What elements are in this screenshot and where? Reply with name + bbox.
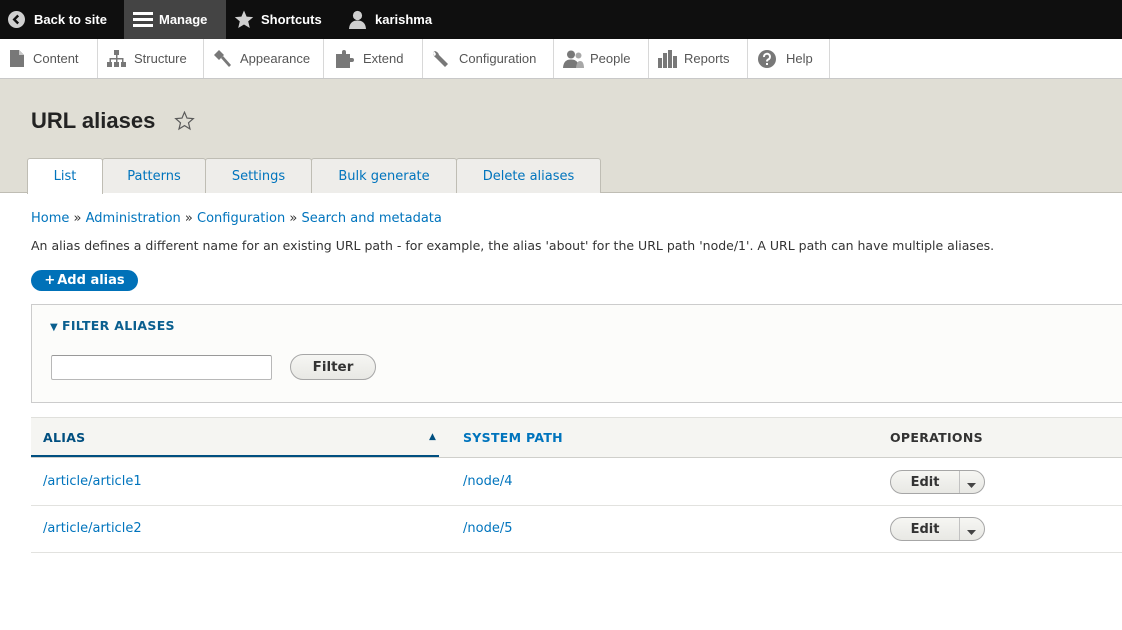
breadcrumb-configuration[interactable]: Configuration bbox=[197, 211, 285, 226]
tray-item-extend[interactable]: Extend bbox=[324, 39, 423, 78]
tab-settings[interactable]: Settings bbox=[205, 158, 312, 193]
tab-bulk-generate[interactable]: Bulk generate bbox=[311, 158, 457, 193]
edit-button[interactable]: Edit bbox=[891, 518, 960, 540]
tray-item-label: Structure bbox=[134, 51, 187, 66]
page-description: An alias defines a different name for an… bbox=[31, 238, 995, 253]
row-system-path-link[interactable]: /node/5 bbox=[463, 521, 512, 536]
breadcrumb-separator: » bbox=[289, 211, 298, 226]
caret-down-icon bbox=[967, 473, 976, 492]
hamburger-icon bbox=[133, 11, 153, 28]
tray-item-label: Appearance bbox=[240, 51, 311, 66]
tab-list[interactable]: List bbox=[27, 158, 103, 194]
user-tab[interactable]: karishma bbox=[338, 0, 448, 39]
filter-input[interactable] bbox=[51, 355, 272, 380]
tray-item-label: Help bbox=[786, 51, 813, 66]
plus-icon: + bbox=[44, 273, 56, 288]
help-icon bbox=[758, 49, 776, 68]
user-icon bbox=[348, 10, 367, 29]
active-sort-underline bbox=[31, 455, 439, 457]
dropdown-toggle[interactable] bbox=[959, 518, 984, 540]
add-alias-button[interactable]: + Add alias bbox=[31, 270, 138, 291]
edit-button[interactable]: Edit bbox=[891, 471, 960, 493]
column-header-system-path[interactable]: SYSTEM PATH bbox=[463, 430, 563, 445]
row-operations-dropbutton: Edit bbox=[890, 517, 985, 541]
tray-item-label: Reports bbox=[684, 51, 730, 66]
tray-item-people[interactable]: People bbox=[554, 39, 649, 78]
filter-toggle[interactable]: ▼ FILTER ALIASES bbox=[50, 318, 175, 333]
tab-label: Bulk generate bbox=[338, 168, 430, 184]
tray-item-reports[interactable]: Reports bbox=[649, 39, 748, 78]
tray-item-label: Extend bbox=[363, 51, 404, 66]
admin-tray: Content Structure Appearance Extend Conf… bbox=[0, 39, 1122, 79]
row-operations-dropbutton: Edit bbox=[890, 470, 985, 494]
tab-label: Patterns bbox=[127, 168, 181, 184]
breadcrumb-home[interactable]: Home bbox=[31, 211, 69, 226]
sort-ascending-icon: ▲ bbox=[429, 432, 437, 442]
breadcrumb: Home » Administration » Configuration » … bbox=[31, 211, 442, 226]
filter-fieldset bbox=[31, 304, 1122, 403]
tab-label: List bbox=[53, 169, 77, 184]
people-icon bbox=[563, 50, 584, 68]
tab-label: Delete aliases bbox=[482, 168, 575, 184]
puzzle-icon bbox=[336, 49, 355, 68]
tab-patterns[interactable]: Patterns bbox=[102, 158, 206, 193]
triangle-down-icon: ▼ bbox=[50, 322, 58, 333]
filter-legend-label: FILTER ALIASES bbox=[62, 318, 175, 333]
tray-item-label: Configuration bbox=[459, 51, 537, 66]
page-title: URL aliases bbox=[31, 108, 156, 133]
manage-tab[interactable]: Manage bbox=[124, 0, 226, 39]
page-icon bbox=[10, 50, 24, 67]
sitemap-icon bbox=[107, 50, 126, 67]
row-divider bbox=[31, 552, 1122, 553]
tray-item-structure[interactable]: Structure bbox=[98, 39, 204, 78]
tray-item-content[interactable]: Content bbox=[0, 39, 98, 78]
tray-item-configuration[interactable]: Configuration bbox=[423, 39, 554, 78]
column-header-operations: OPERATIONS bbox=[890, 430, 983, 445]
wrench-icon bbox=[432, 50, 451, 68]
add-shortcut-star-icon[interactable] bbox=[174, 110, 195, 135]
breadcrumb-administration[interactable]: Administration bbox=[86, 211, 181, 226]
tab-delete-aliases[interactable]: Delete aliases bbox=[456, 158, 601, 193]
caret-down-icon bbox=[967, 520, 976, 539]
tray-item-help[interactable]: Help bbox=[748, 39, 830, 78]
breadcrumb-separator: » bbox=[184, 211, 193, 226]
back-to-site-link[interactable]: Back to site bbox=[0, 0, 124, 39]
add-alias-label: Add alias bbox=[57, 273, 125, 288]
filter-button[interactable]: Filter bbox=[290, 354, 376, 380]
column-header-alias[interactable]: ALIAS bbox=[43, 430, 85, 445]
star-icon bbox=[234, 10, 254, 29]
dropdown-toggle[interactable] bbox=[959, 471, 984, 493]
manage-label: Manage bbox=[159, 12, 208, 27]
breadcrumb-separator: » bbox=[73, 211, 82, 226]
tray-item-label: People bbox=[590, 51, 631, 66]
row-system-path-link[interactable]: /node/4 bbox=[463, 474, 512, 489]
shortcuts-label: Shortcuts bbox=[261, 12, 322, 27]
chevron-left-circle-icon bbox=[8, 11, 25, 28]
tab-label: Settings bbox=[231, 168, 286, 184]
paintbrush-icon bbox=[213, 49, 232, 68]
shortcuts-tab[interactable]: Shortcuts bbox=[226, 0, 338, 39]
tray-item-label: Content bbox=[33, 51, 79, 66]
user-label: karishma bbox=[375, 12, 433, 27]
row-divider bbox=[31, 505, 1122, 506]
row-alias-link[interactable]: /article/article2 bbox=[43, 521, 142, 536]
breadcrumb-search-and-metadata[interactable]: Search and metadata bbox=[301, 211, 441, 226]
tray-item-appearance[interactable]: Appearance bbox=[204, 39, 324, 78]
back-to-site-label: Back to site bbox=[34, 12, 107, 27]
bar-chart-icon bbox=[658, 49, 677, 68]
row-alias-link[interactable]: /article/article1 bbox=[43, 474, 142, 489]
admin-toolbar: Back to site Manage Shortcuts karishma bbox=[0, 0, 1122, 39]
